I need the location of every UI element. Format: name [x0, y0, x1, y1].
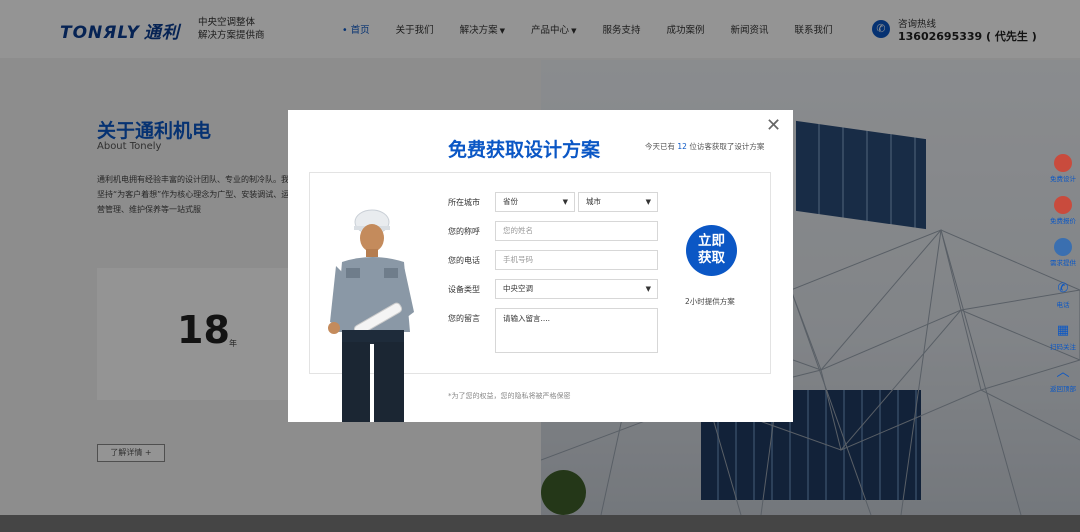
province-select[interactable]: 省份 ▼: [495, 192, 575, 212]
caret-down-icon: ▼: [645, 285, 651, 293]
person-icon: [1054, 154, 1072, 172]
float-item-phone[interactable]: ✆ 电话: [1046, 280, 1080, 318]
phone-input[interactable]: 手机号码: [495, 250, 658, 270]
device-type-select[interactable]: 中央空调 ▼: [495, 279, 658, 299]
phone-label: 您的电话: [448, 256, 480, 265]
worker-illustration: [328, 209, 414, 422]
city-label: 所在城市: [448, 198, 480, 207]
modal-title: 免费获取设计方案: [448, 139, 601, 161]
design-plan-modal: ✕ 免费获取设计方案 今天已有 12 位访客获取了设计方案 所在城市 省份 ▼ …: [288, 110, 793, 422]
float-item-qr[interactable]: ▦ 扫码关注: [1046, 322, 1080, 360]
device-type-label: 设备类型: [448, 285, 480, 294]
float-item-free-quote[interactable]: 免费报价: [1046, 196, 1080, 234]
phone-icon: ✆: [1057, 281, 1069, 296]
float-sidebar: 免费设计 免费报价 需求提供 ✆ 电话 ▦ 扫码关注 ︿ 返回顶部: [1046, 150, 1080, 402]
person-icon: [1054, 196, 1072, 214]
caret-down-icon: ▼: [645, 198, 651, 206]
visitor-count-number: 12: [677, 142, 687, 151]
message-textarea[interactable]: 请输入留言....: [495, 308, 658, 353]
chevron-up-icon: ︿: [1056, 365, 1070, 380]
visitor-count: 今天已有 12 位访客获取了设计方案: [645, 142, 765, 151]
name-label: 您的称呼: [448, 227, 480, 236]
close-icon[interactable]: ✕: [766, 116, 781, 136]
privacy-note: *为了您的权益，您的隐私将被严格保密: [448, 392, 571, 400]
city-select[interactable]: 城市 ▼: [578, 192, 658, 212]
caret-down-icon: ▼: [562, 198, 568, 206]
submit-note: 2小时提供方案: [685, 297, 735, 306]
float-item-request[interactable]: 需求提供: [1046, 238, 1080, 276]
qr-code-icon: ▦: [1056, 323, 1070, 338]
float-item-back-top[interactable]: ︿ 返回顶部: [1046, 364, 1080, 402]
submit-button[interactable]: 立即 获取: [686, 225, 737, 276]
name-input[interactable]: 您的姓名: [495, 221, 658, 241]
person-icon: [1054, 238, 1072, 256]
float-item-free-design[interactable]: 免费设计: [1046, 154, 1080, 192]
message-label: 您的留言: [448, 314, 480, 323]
